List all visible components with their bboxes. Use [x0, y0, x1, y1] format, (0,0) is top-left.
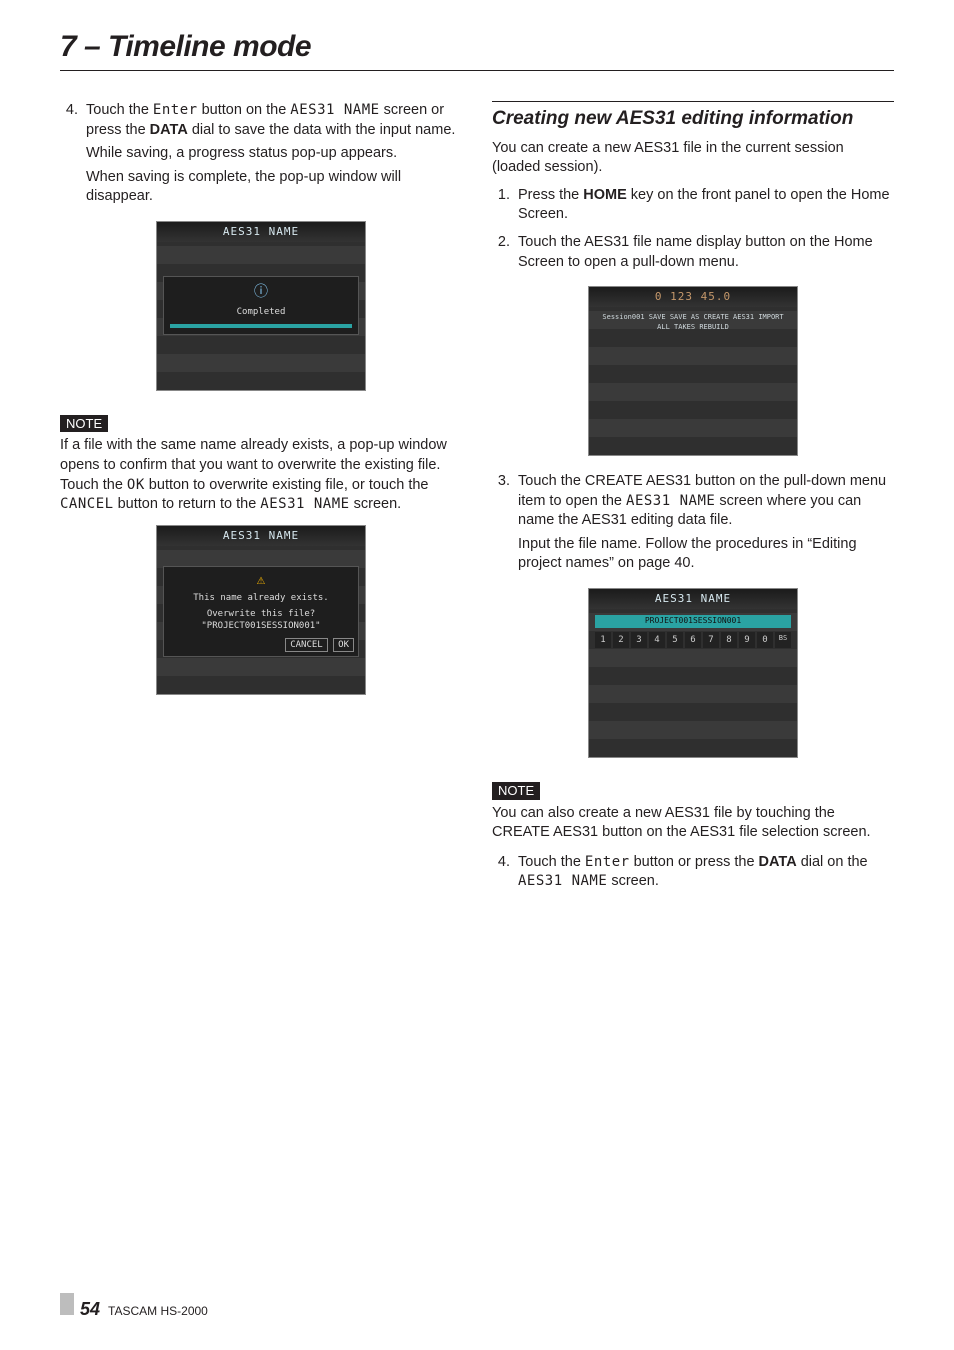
aes31-name-label: AES31 NAME [260, 496, 349, 512]
page-footer: 54 TASCAM HS-2000 [60, 1293, 208, 1320]
screenshot-body: ⓘ Completed [157, 242, 365, 390]
cancel-button-label: CANCEL [60, 496, 114, 512]
step-number: 4. [492, 853, 510, 896]
enter-button-label: Enter [153, 102, 198, 118]
step-body: Touch the Enter button on the AES31 NAME… [86, 101, 462, 211]
step3-p1: Touch the CREATE AES31 button on the pul… [518, 472, 894, 531]
model-name: TASCAM HS-2000 [108, 1304, 208, 1318]
t: dial on the [797, 854, 868, 870]
right-step-1: 1. Press the HOME key on the front panel… [492, 186, 894, 229]
left-column: 4. Touch the Enter button on the AES31 N… [60, 101, 462, 900]
t: button to return to the [114, 496, 261, 512]
note-1-text: If a file with the same name already exi… [60, 436, 462, 514]
step-number: 2. [492, 233, 510, 276]
screenshot-overwrite: AES31 NAME ⚠ This name already exists. O… [60, 525, 462, 695]
note-label: NOTE [492, 782, 540, 800]
screenshot-body: Session001 SAVE SAVE AS CREATE AES31 IMP… [589, 307, 797, 455]
cancel-button: CANCEL [285, 638, 328, 652]
screenshot-home-menu: 0 123 45.0 Session001 SAVE SAVE AS CREAT… [492, 286, 894, 456]
t: button to overwrite existing file, or to… [145, 477, 429, 493]
t: screen. [350, 496, 402, 512]
msg1: This name already exists. [168, 592, 354, 604]
aes31-name-label: AES31 NAME [290, 102, 379, 118]
screenshot-body: ⚠ This name already exists. Overwrite th… [157, 546, 365, 694]
t: Touch the [86, 102, 153, 118]
data-dial-label: DATA [150, 122, 188, 138]
chapter-title: 7 – Timeline mode [60, 30, 894, 64]
enter-button-label: Enter [585, 854, 630, 870]
note-label: NOTE [60, 415, 108, 433]
key: 0 [757, 632, 773, 648]
key: 1 [595, 632, 611, 648]
page: 7 – Timeline mode 4. Touch the Enter but… [60, 30, 894, 1290]
step-number: 4. [60, 101, 78, 211]
t: button or press the [630, 854, 759, 870]
note-2-text: You can also create a new AES31 file by … [492, 804, 894, 843]
step-body: Press the HOME key on the front panel to… [518, 186, 894, 229]
intro-text: You can create a new AES31 file in the c… [492, 139, 894, 178]
key: 3 [631, 632, 647, 648]
completed-label: Completed [170, 306, 352, 318]
section-rule [492, 101, 894, 102]
step-number: 3. [492, 472, 510, 578]
msg3: "PROJECT001SESSION001" [168, 620, 354, 632]
key: 7 [703, 632, 719, 648]
key: 5 [667, 632, 683, 648]
step1-text: Press the HOME key on the front panel to… [518, 186, 894, 225]
key: 9 [739, 632, 755, 648]
screenshot-title: AES31 NAME [589, 589, 797, 609]
screenshot-title: AES31 NAME [157, 222, 365, 242]
t: Press the [518, 187, 583, 203]
input-text: PROJECT001SESSION001 [595, 615, 791, 628]
step-number: 1. [492, 186, 510, 229]
key: 6 [685, 632, 701, 648]
right-step-3: 3. Touch the CREATE AES31 button on the … [492, 472, 894, 578]
screenshot-title: AES31 NAME [157, 526, 365, 546]
aes31-name-label: AES31 NAME [518, 873, 607, 889]
t: button on the [198, 102, 291, 118]
aes31-name-label: AES31 NAME [626, 493, 715, 509]
step2-text: Touch the AES31 file name display button… [518, 233, 894, 272]
step-body: Touch the AES31 file name display button… [518, 233, 894, 276]
msg2: Overwrite this file? [168, 608, 354, 620]
footer-tab [60, 1293, 74, 1315]
t: screen. [607, 873, 659, 889]
chapter-rule [60, 70, 894, 71]
data-dial-label: DATA [759, 854, 797, 870]
step4-p2: While saving, a progress status pop-up a… [86, 144, 462, 164]
step4-p3: When saving is complete, the pop-up wind… [86, 168, 462, 207]
home-key-label: HOME [583, 187, 627, 203]
ok-button-label: OK [127, 477, 145, 493]
right-step-4: 4. Touch the Enter button or press the D… [492, 853, 894, 896]
screenshot-title: 0 123 45.0 [589, 287, 797, 307]
two-columns: 4. Touch the Enter button on the AES31 N… [60, 101, 894, 900]
t: dial to save the data with the input nam… [188, 122, 456, 138]
page-number: 54 [80, 1299, 100, 1320]
ok-button: OK [333, 638, 354, 652]
step-body: Touch the CREATE AES31 button on the pul… [518, 472, 894, 578]
screenshot-body: PROJECT001SESSION001 1234567890BS [589, 609, 797, 757]
t: Touch the [518, 854, 585, 870]
key: 8 [721, 632, 737, 648]
key: 4 [649, 632, 665, 648]
right-step-2: 2. Touch the AES31 file name display but… [492, 233, 894, 276]
step3-p2: Input the file name. Follow the procedur… [518, 535, 894, 574]
step4b-text: Touch the Enter button or press the DATA… [518, 853, 894, 892]
key: 2 [613, 632, 629, 648]
left-step-4: 4. Touch the Enter button on the AES31 N… [60, 101, 462, 211]
screenshot-keyboard: AES31 NAME PROJECT001SESSION001 12345678… [492, 588, 894, 758]
screenshot-completed: AES31 NAME ⓘ Completed [60, 221, 462, 391]
step4-p1: Touch the Enter button on the AES31 NAME… [86, 101, 462, 140]
step-body: Touch the Enter button or press the DATA… [518, 853, 894, 896]
right-column: Creating new AES31 editing information Y… [492, 101, 894, 900]
section-heading: Creating new AES31 editing information [492, 108, 894, 131]
key: BS [775, 632, 791, 648]
